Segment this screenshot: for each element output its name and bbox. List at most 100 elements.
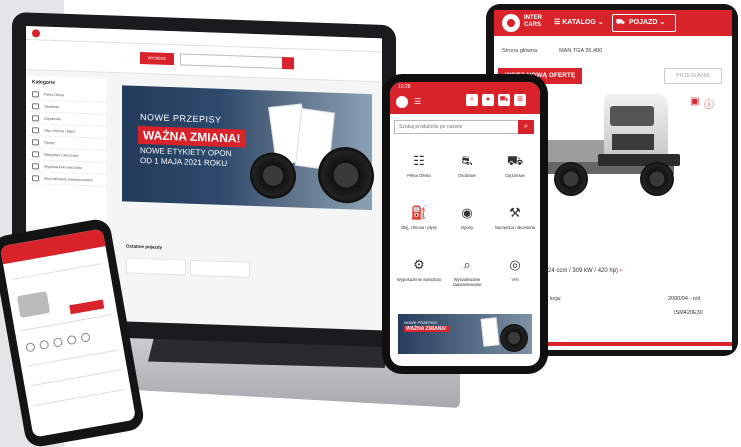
breadcrumb: Strona główna MAN TGA 26.400 [502,48,624,54]
list-icon [32,91,39,98]
engine-desc-text: (10824 ccm / 309 kW / 420 hp) [536,268,619,274]
vehicle-menu-button[interactable]: ⛟ POJAZD ⌄ [612,14,676,32]
logo-line2: CARS [524,22,542,28]
tyre-image [250,151,296,200]
category-label: Olej, chemia i płyny [400,225,438,230]
category-icon[interactable] [66,334,77,346]
workshop-icon [32,163,39,170]
category-label: VIN [511,277,519,282]
banner-line1: NOWE PRZEPISY [140,111,222,125]
search-icon [32,175,39,182]
phone-search-input[interactable]: Szukaj produktów po nazwie [394,120,520,134]
small-phone-action-button[interactable] [69,299,105,315]
catalog-menu[interactable]: ☰ KATALOG ⌄ [554,18,604,26]
phone-search-button[interactable]: ⌕ [518,120,534,134]
sidebar-item-label: Osobowe [44,104,60,110]
category-tile[interactable]: ⛽ Olej, chemia i płyny [394,196,444,246]
tools-icon [32,151,39,158]
category-icon[interactable] [25,342,36,353]
logo-text: INTER CARS [524,15,542,29]
sidebar-item-label: Pełna Oferta [44,92,65,98]
vehicle-icon: ⛟ [616,19,625,26]
recent-vehicle-card[interactable] [190,259,250,278]
sidebar-item-label: Wyposażenie warsztatu [44,164,82,170]
truck-grille [612,134,654,150]
save-icon[interactable]: ▣ [690,96,699,107]
category-tile[interactable]: ⛟ Ciężarowe [490,144,540,194]
tyre-icon [32,139,39,146]
category-label: Osobowe [458,173,476,178]
send-button[interactable]: PRZESŁANIE [664,68,722,84]
recent-vehicles-title: Ostatnie pojazdy [126,243,163,250]
vehicle-label: POJAZD [629,19,658,26]
intercars-logo[interactable] [396,96,408,108]
workshop-icon: ⚙ [413,257,425,272]
truck-wheel [640,162,674,196]
hamburger-icon[interactable]: ☰ [414,97,421,106]
hamburger-icon: ☰ [554,19,563,26]
truck-bumper [598,154,680,166]
category-icon[interactable] [80,332,91,343]
divider [30,369,122,387]
status-time: 10:28 [398,84,411,90]
divider [33,389,125,406]
divider [27,349,118,367]
category-label: Wyposażenie warsztatu [396,277,442,282]
divider [20,314,112,332]
truck-icon [32,115,39,122]
intercars-logo[interactable] [502,14,520,32]
recent-vehicle-card[interactable] [126,257,186,276]
engine-description: (10824 ccm / 309 kW / 420 hp) › [536,268,622,274]
chevron-down-icon: ⌄ [595,19,604,26]
category-tile[interactable]: ⚙ Wyposażenie warsztatu [394,248,444,298]
truck-wheel [554,162,588,196]
category-tile[interactable]: ⌕ Wyszukiwanie zaawansowane [442,248,492,298]
category-tile[interactable]: ☷ Pełna Oferta [394,144,444,194]
engine-code: ISM420E30 [674,310,703,316]
category-sidebar: Kategorie Pełna Oferta Osobowe Ciężarowe… [26,76,106,229]
search-button[interactable] [282,56,294,70]
user-icon[interactable]: ● [482,94,494,106]
car-icon: ⛐ [461,153,473,168]
production-label: kcja: [550,296,562,302]
sidebar-item-label: Wyszukiwanie zaawansowane [44,176,93,183]
info-icon[interactable]: ⓘ [704,96,714,111]
truck-thumbnail [16,291,51,318]
sidebar-item-label: Olej, chemia i płyny [44,128,76,134]
divider [11,262,103,280]
phone-promo-banner[interactable]: NOWE PRZEPISY WAŻNA ZMIANA! [398,314,532,354]
catalog-label: KATALOG [562,19,596,26]
phone-screen: 10:28 ☰ ⌕ ● ⛟ ⊞ Szukaj produktów po nazw… [390,82,540,366]
banner-line2: WAŻNA ZMIANA! [404,326,449,332]
sidebar-item[interactable]: Wyszukiwanie zaawansowane [26,172,106,187]
sidebar-item-label: Opony [44,140,55,145]
tablet-header: INTER CARS ☰ KATALOG ⌄ ⛟ POJAZD ⌄ [494,10,732,36]
search-icon[interactable]: ⌕ [466,94,478,106]
truck-windshield [610,106,654,126]
category-tile[interactable]: ⚒ Narzędzia i akcesoria [490,196,540,246]
car-icon [32,103,39,110]
breadcrumb-home[interactable]: Strona główna [502,48,537,54]
category-tile[interactable]: ◎ VIN [490,248,540,298]
tools-icon: ⚒ [509,205,521,220]
tyre-image [318,146,374,205]
logo-line1: INTER [524,15,542,21]
banner-text-b: OD 1 MAJA 2021 ROKU [140,155,228,169]
choose-vehicle-button[interactable]: WYBIERZ POJAZD [140,51,174,73]
category-tile[interactable]: ⛐ Osobowe [442,144,492,194]
chevron-right-icon[interactable]: › [620,268,622,274]
truck-icon[interactable]: ⛟ [498,94,510,106]
breadcrumb-vehicle: MAN TGA 26.400 [559,48,603,54]
production-value: 2000/04 - n/d [668,296,701,302]
cart-icon[interactable]: ⊞ [514,94,526,106]
tyre-label-card [480,317,500,347]
category-tile[interactable]: ◉ Opony [442,196,492,246]
category-label: Narzędzia i akcesoria [494,225,536,230]
category-icon[interactable] [52,337,64,348]
phone-header: 10:28 ☰ ⌕ ● ⛟ ⊞ [390,82,540,114]
category-icon[interactable] [38,339,50,351]
banner-line3: NOWE ETYKIETY OPON OD 1 MAJA 2021 ROKU [140,146,231,169]
category-label: Opony [460,225,474,230]
list-icon: ☷ [413,153,425,168]
promo-banner[interactable]: NOWE PRZEPISY WAŻNA ZMIANA! NOWE ETYKIET… [122,85,374,211]
